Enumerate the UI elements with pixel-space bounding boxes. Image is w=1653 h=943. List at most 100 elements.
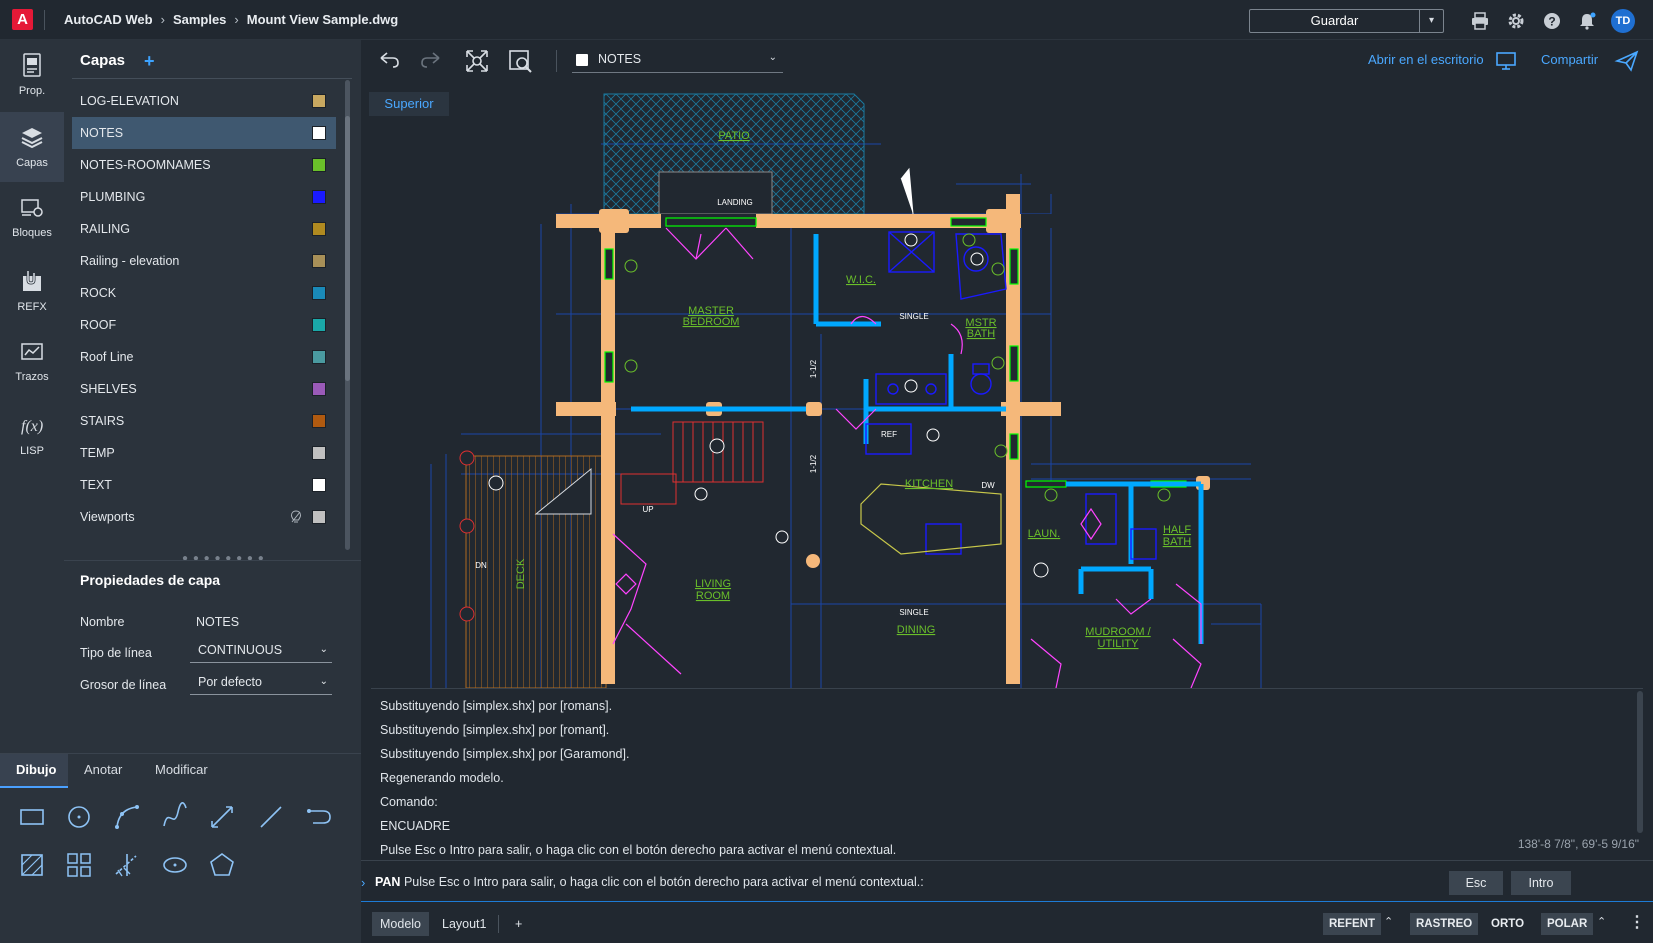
layer-row[interactable]: PLUMBING: [72, 181, 336, 213]
help-icon[interactable]: ?: [1542, 11, 1562, 31]
layer-row[interactable]: ROCK: [72, 277, 336, 309]
arc-icon[interactable]: [112, 802, 142, 832]
layer-color-swatch[interactable]: [312, 510, 326, 524]
breadcrumb-folder[interactable]: Samples: [173, 12, 226, 27]
gear-icon[interactable]: [1506, 11, 1526, 31]
status-bar: Modelo Layout1 + REFENT ⌃ RASTREO ORTO P…: [361, 903, 1653, 943]
tab-layout1[interactable]: Layout1: [434, 912, 494, 936]
autocad-logo[interactable]: A: [12, 9, 33, 30]
rail-item-lisp[interactable]: f(x) LISP: [0, 400, 64, 470]
history-line: ENCUADRE: [380, 819, 451, 833]
undo-icon[interactable]: [377, 50, 401, 70]
tab-modify[interactable]: Modificar: [155, 762, 208, 777]
layer-color-swatch[interactable]: [312, 286, 326, 300]
hatch-icon[interactable]: [17, 850, 47, 880]
layer-row[interactable]: Roof Line: [72, 341, 336, 373]
tab-model[interactable]: Modelo: [372, 912, 429, 936]
layer-color-swatch[interactable]: [312, 414, 326, 428]
layer-row[interactable]: Viewports: [72, 501, 336, 533]
tab-draw[interactable]: Dibujo: [16, 762, 56, 777]
redo-icon[interactable]: [419, 50, 443, 70]
layer-color-swatch[interactable]: [312, 190, 326, 204]
save-label[interactable]: Guardar: [1250, 10, 1419, 32]
desktop-icon[interactable]: [1494, 50, 1518, 72]
view-cube-label[interactable]: Superior: [369, 92, 449, 116]
line-icon[interactable]: [256, 802, 286, 832]
chevron-down-icon[interactable]: ▾: [1419, 10, 1443, 32]
label-dining: DINING: [897, 624, 936, 636]
zoom-window-icon[interactable]: [507, 48, 533, 74]
chevron-up-icon[interactable]: ⌃: [1597, 915, 1606, 928]
chevron-up-icon[interactable]: ⌃: [1384, 915, 1393, 928]
layer-color-swatch[interactable]: [312, 446, 326, 460]
enter-button[interactable]: Intro: [1511, 871, 1571, 895]
drawing-canvas[interactable]: PATIO LANDING MASTER BEDROOM W.I.C. MSTR…: [361, 84, 1653, 688]
layers-scrollbar-thumb[interactable]: [345, 116, 350, 381]
dimension-icon[interactable]: [207, 802, 237, 832]
toggle-polar[interactable]: POLAR: [1541, 913, 1594, 935]
lineweight-select[interactable]: Por defecto ⌄: [190, 671, 332, 695]
panel-splitter[interactable]: ● ● ● ● ● ● ● ●: [182, 553, 265, 564]
layer-row[interactable]: NOTES: [72, 117, 336, 149]
rail-item-traces[interactable]: Trazos: [0, 328, 64, 398]
circle-icon[interactable]: [64, 802, 94, 832]
layer-row[interactable]: SHELVES: [72, 373, 336, 405]
layer-color-swatch[interactable]: [312, 126, 326, 140]
rail-item-blocks[interactable]: Bloques: [0, 184, 64, 254]
linetype-select[interactable]: CONTINUOUS ⌄: [190, 639, 332, 663]
add-layout-button[interactable]: +: [507, 912, 530, 936]
layer-row[interactable]: Railing - elevation: [72, 245, 336, 277]
label-mstr-bath: BATH: [967, 328, 996, 340]
save-button[interactable]: Guardar ▾: [1249, 9, 1444, 33]
ellipse-icon[interactable]: [160, 850, 190, 880]
print-icon[interactable]: [1470, 11, 1490, 31]
layer-row[interactable]: ROOF: [72, 309, 336, 341]
layer-color-swatch[interactable]: [312, 350, 326, 364]
layer-row[interactable]: TEMP: [72, 437, 336, 469]
esc-button[interactable]: Esc: [1449, 871, 1503, 895]
layer-color-swatch[interactable]: [312, 382, 326, 396]
layer-row[interactable]: LOG-ELEVATION: [72, 85, 336, 117]
layer-row[interactable]: RAILING: [72, 213, 336, 245]
command-line[interactable]: › PAN Pulse Esc o Intro para salir, o ha…: [361, 860, 1653, 902]
user-avatar[interactable]: TD: [1611, 9, 1635, 33]
layer-color-swatch[interactable]: [312, 478, 326, 492]
rail-item-layers[interactable]: Capas: [0, 112, 64, 182]
trim-icon[interactable]: [112, 850, 142, 880]
tab-annotate[interactable]: Anotar: [84, 762, 122, 777]
spline-icon[interactable]: [160, 802, 190, 832]
toggle-osnap[interactable]: REFENT: [1323, 913, 1381, 935]
layer-color-swatch[interactable]: [312, 318, 326, 332]
current-layer-select[interactable]: NOTES ⌄: [572, 47, 783, 73]
share-link[interactable]: Compartir: [1541, 52, 1598, 67]
name-value[interactable]: NOTES: [196, 615, 239, 629]
layer-row[interactable]: STAIRS: [72, 405, 336, 437]
rail-item-properties[interactable]: Prop.: [0, 40, 64, 110]
rail-label: Bloques: [12, 227, 52, 239]
breadcrumb-app[interactable]: AutoCAD Web: [64, 12, 153, 27]
open-in-desktop-link[interactable]: Abrir en el escritorio: [1368, 52, 1484, 67]
toggle-otrack[interactable]: RASTREO: [1410, 913, 1479, 935]
command-prompt[interactable]: PAN Pulse Esc o Intro para salir, o haga…: [375, 875, 924, 889]
label-ref: REF: [881, 430, 897, 439]
zoom-extents-icon[interactable]: [464, 48, 490, 74]
array-icon[interactable]: [64, 850, 94, 880]
bell-icon[interactable]: [1577, 11, 1597, 31]
layer-row[interactable]: NOTES-ROOMNAMES: [72, 149, 336, 181]
layer-color-swatch[interactable]: [312, 158, 326, 172]
layer-color-swatch[interactable]: [312, 222, 326, 236]
history-scrollbar[interactable]: [1637, 691, 1643, 833]
layer-color-swatch[interactable]: [312, 254, 326, 268]
toggle-ortho[interactable]: ORTO: [1485, 913, 1530, 935]
rail-item-xref[interactable]: REFX: [0, 256, 64, 326]
layer-color-swatch[interactable]: [312, 94, 326, 108]
polyline-icon[interactable]: [305, 802, 335, 832]
layer-row[interactable]: TEXT: [72, 469, 336, 501]
lightbulb-icon[interactable]: [290, 510, 302, 524]
floor-plan[interactable]: PATIO LANDING MASTER BEDROOM W.I.C. MSTR…: [361, 84, 1653, 688]
send-icon[interactable]: [1614, 49, 1640, 73]
rectangle-icon[interactable]: [17, 802, 47, 832]
polygon-icon[interactable]: [207, 850, 237, 880]
more-options-icon[interactable]: ⋮: [1629, 912, 1645, 932]
add-layer-button[interactable]: +: [144, 51, 155, 72]
